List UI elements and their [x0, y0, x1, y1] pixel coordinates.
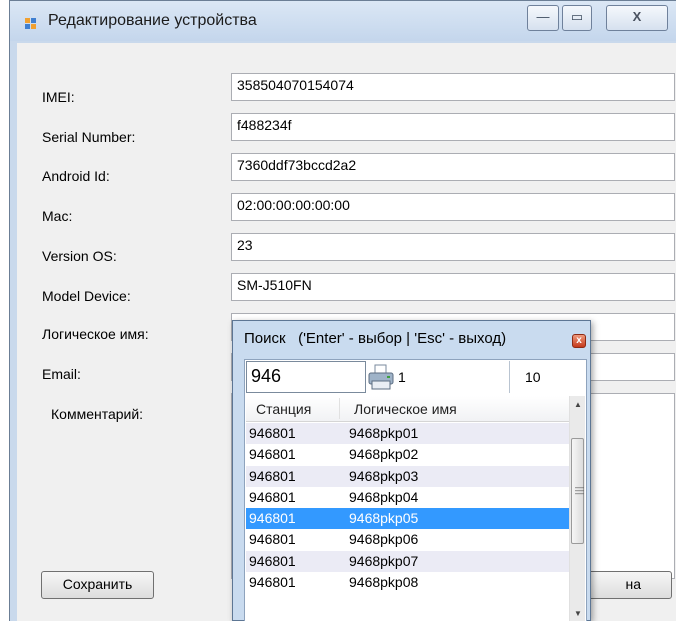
- title-bar[interactable]: Редактирование устройства — ▭ X: [10, 1, 676, 41]
- model-device-field[interactable]: SM-J510FN: [231, 273, 675, 301]
- comment-label: Комментарий:: [51, 406, 144, 422]
- app-icon: [25, 18, 38, 30]
- logical-name-label: Логическое имя:: [42, 326, 149, 342]
- imei-field[interactable]: 358504070154074: [231, 73, 675, 101]
- maximize-button[interactable]: ▭: [562, 5, 592, 31]
- popup-close-icon[interactable]: x: [572, 334, 586, 348]
- grid-header: Станция Логическое имя: [246, 396, 569, 422]
- results-grid[interactable]: Станция Логическое имя 946801 9468pkp01 9…: [246, 396, 585, 621]
- scroll-up-icon[interactable]: ▲: [570, 396, 585, 413]
- search-popup: Поиск ('Enter' - выбор | 'Esc' - выход) …: [232, 320, 591, 621]
- logical-name-cell: 9468pkp03: [349, 467, 419, 484]
- scroll-down-icon[interactable]: ▼: [570, 605, 585, 621]
- model-device-label: Model Device:: [42, 288, 131, 304]
- email-label: Email:: [42, 366, 81, 382]
- table-row[interactable]: 946801 9468pkp01: [246, 423, 569, 445]
- logical-name-cell: 9468pkp02: [349, 446, 419, 463]
- mac-label: Mac:: [42, 208, 73, 224]
- window-title: Редактирование устройства: [48, 12, 257, 29]
- separator: [509, 361, 510, 393]
- grip-icon: ― ― ―: [575, 482, 584, 498]
- station-cell: 946801: [249, 425, 296, 441]
- grid-rows: 946801 9468pkp01 946801 9468pkp02 946801 94…: [246, 423, 569, 593]
- logical-name-cell: 9468pkp07: [349, 552, 419, 569]
- column-header-logical-name[interactable]: Логическое имя: [354, 401, 457, 417]
- android-id-field[interactable]: 7360ddf73bccd2a2: [231, 153, 675, 181]
- station-cell: 946801: [249, 531, 296, 548]
- table-row[interactable]: 946801 9468pkp02: [246, 444, 569, 465]
- serial-number-field[interactable]: f488234f: [231, 113, 675, 141]
- column-header-station[interactable]: Станция: [256, 401, 311, 417]
- close-button[interactable]: X: [606, 5, 668, 31]
- table-row-selected[interactable]: 946801 9468pkp05: [246, 508, 569, 530]
- save-button[interactable]: Сохранить: [41, 571, 154, 599]
- serial-number-label: Serial Number:: [42, 129, 136, 145]
- vertical-scrollbar[interactable]: ▲ ― ― ― ▼: [569, 396, 585, 621]
- table-row[interactable]: 946801 9468pkp03: [246, 465, 569, 487]
- scroll-thumb[interactable]: ― ― ―: [571, 438, 584, 544]
- logical-name-cell: 9468pkp01: [349, 425, 419, 441]
- table-row[interactable]: 946801 9468pkp04: [246, 487, 569, 508]
- station-cell: 946801: [249, 467, 296, 484]
- table-row[interactable]: 946801 9468pkp07: [246, 550, 569, 573]
- printer-icon[interactable]: [366, 362, 396, 392]
- table-row[interactable]: 946801 9468pkp06: [246, 529, 569, 550]
- logical-name-cell: 9468pkp08: [349, 574, 419, 591]
- station-cell: 946801: [249, 446, 296, 463]
- version-os-label: Version OS:: [42, 248, 117, 264]
- logical-name-cell: 9468pkp04: [349, 488, 419, 505]
- search-panel: 946 1 10 Станция Логическое имя 946801 94…: [244, 359, 587, 621]
- station-cell: 946801: [249, 552, 296, 569]
- found-count: 1: [398, 369, 406, 385]
- station-cell: 946801: [249, 488, 296, 505]
- total-count: 10: [525, 369, 541, 385]
- logical-name-cell: 9468pkp06: [349, 531, 419, 548]
- table-row[interactable]: 946801 9468pkp08: [246, 572, 569, 593]
- column-divider[interactable]: [339, 398, 340, 419]
- logical-name-cell: 9468pkp05: [349, 510, 419, 527]
- search-popup-title: Поиск ('Enter' - выбор | 'Esc' - выход): [244, 330, 507, 347]
- station-cell: 946801: [249, 510, 296, 527]
- station-cell: 946801: [249, 574, 296, 591]
- android-id-label: Android Id:: [42, 168, 110, 184]
- search-input[interactable]: 946: [246, 361, 366, 393]
- minimize-button[interactable]: —: [527, 5, 559, 31]
- mac-field[interactable]: 02:00:00:00:00:00: [231, 193, 675, 221]
- imei-label: IMEI:: [42, 89, 75, 105]
- version-os-field[interactable]: 23: [231, 233, 675, 261]
